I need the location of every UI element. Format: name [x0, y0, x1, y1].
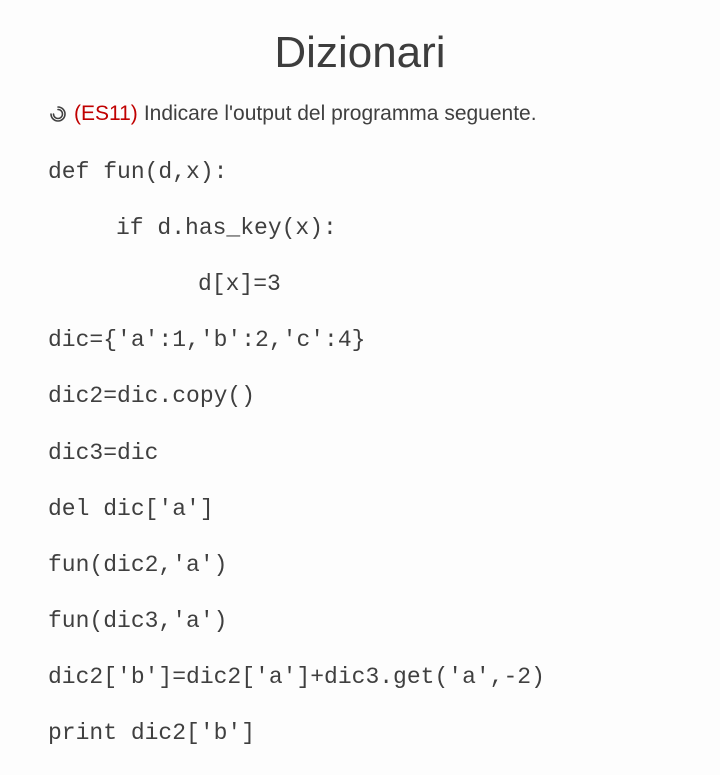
- code-line: dic2['b']=dic2['a']+dic3.get('a',-2): [48, 663, 672, 691]
- bullet-swirl-icon: [48, 104, 68, 124]
- exercise-text: Indicare l'output del programma seguente…: [144, 102, 537, 126]
- code-line: d[x]=3: [48, 270, 672, 298]
- code-line: fun(dic2,'a'): [48, 551, 672, 579]
- exercise-prompt: (ES11) Indicare l'output del programma s…: [48, 102, 672, 126]
- code-line: del dic['a']: [48, 495, 672, 523]
- code-line: dic={'a':1,'b':2,'c':4}: [48, 326, 672, 354]
- code-line: def fun(d,x):: [48, 158, 672, 186]
- code-line: dic2=dic.copy(): [48, 382, 672, 410]
- code-line: print dic2['b']: [48, 719, 672, 747]
- slide-title: Dizionari: [48, 28, 672, 78]
- code-block: def fun(d,x): if d.has_key(x): d[x]=3 di…: [48, 130, 672, 775]
- code-line: fun(dic3,'a'): [48, 607, 672, 635]
- exercise-label: (ES11): [74, 102, 138, 126]
- code-line: if d.has_key(x):: [48, 214, 672, 242]
- code-line: dic3=dic: [48, 439, 672, 467]
